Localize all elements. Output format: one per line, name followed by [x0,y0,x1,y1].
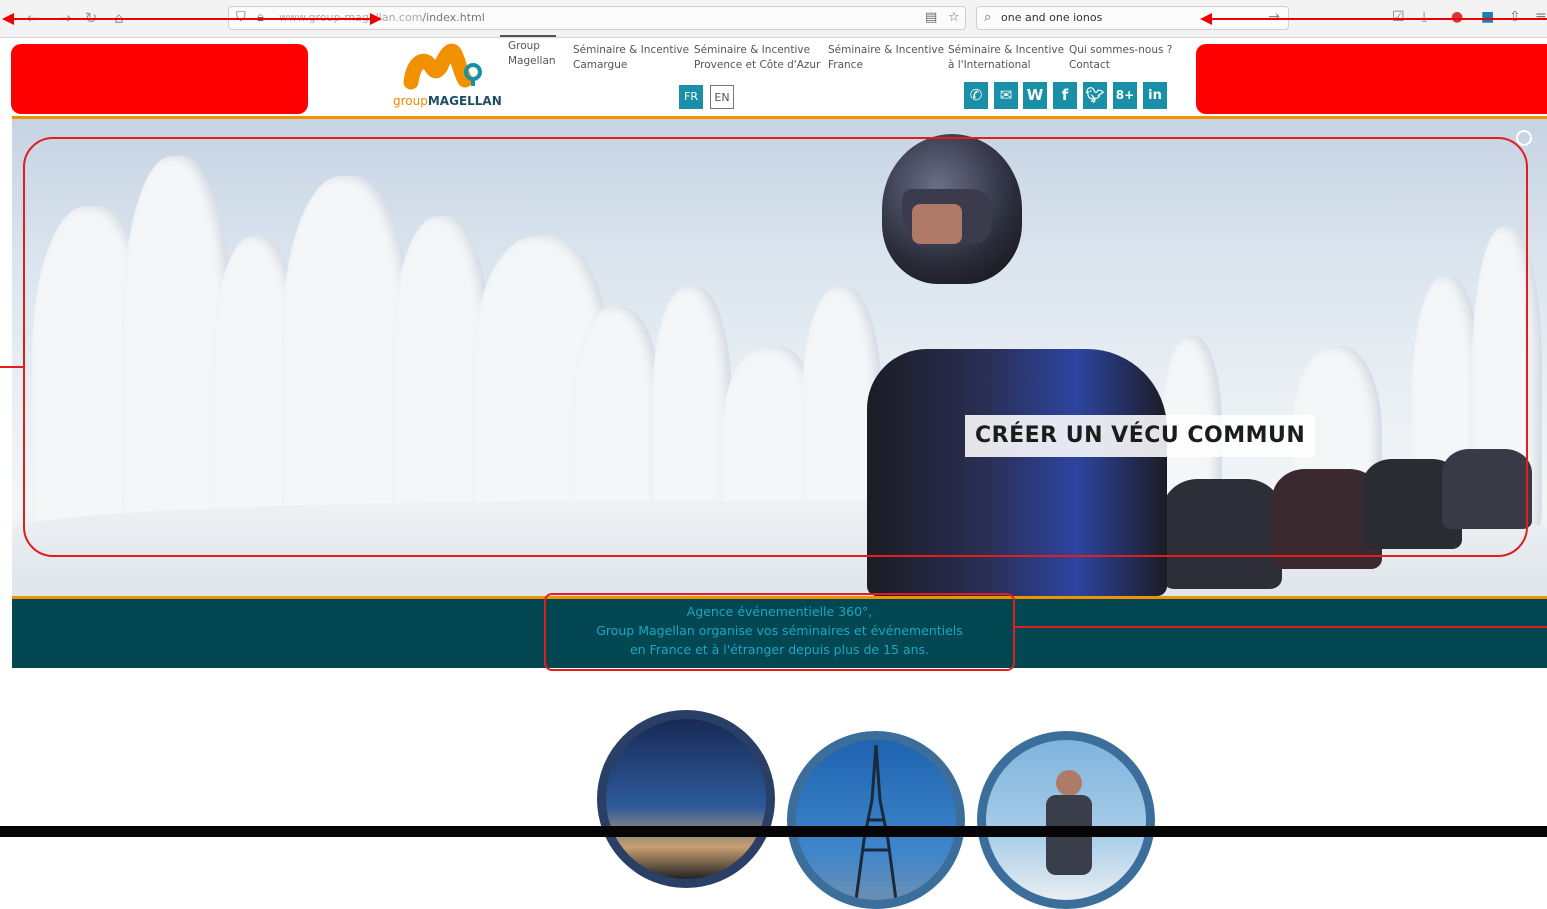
logo-text: groupMAGELLAN [393,94,502,108]
browser-toolbar: ← → ↻ ⌂ ⛉ 🔒︎ www.group-magellan.com/inde… [0,0,1547,38]
hero-caption: CRÉER UN VÉCU COMMUN [965,415,1316,457]
wordpress-icon[interactable]: W [1023,82,1047,109]
twitter-icon[interactable]: 🐦︎ [1083,82,1107,109]
nav-about-contact[interactable]: Qui sommes-nous ? Contact [1069,43,1172,73]
nav-group-magellan[interactable]: Group Magellan [500,35,556,69]
annotation-arrow [1200,13,1547,25]
extension-icon[interactable]: ● [1451,9,1463,25]
search-go-icon[interactable]: → [1268,9,1280,25]
linkedin-icon[interactable]: in [1143,82,1167,109]
lang-en-button[interactable]: EN [710,85,734,109]
pocket-icon[interactable]: ☑ [1392,9,1405,25]
nav-international[interactable]: Séminaire & Incentive à l'International [948,43,1064,73]
destination-circle-paris[interactable] [787,731,965,909]
destination-circle-international[interactable] [977,731,1155,909]
annotation-line [0,366,23,368]
phone-icon[interactable]: ✆ [964,82,988,109]
search-text: one and one ionos [1001,11,1103,24]
email-icon[interactable]: ✉ [994,82,1018,109]
annotation-line [1015,626,1547,628]
annotation-hero-frame [23,137,1528,557]
destination-circle-nice[interactable] [597,710,775,888]
logo-mark-icon [403,43,482,90]
facebook-icon[interactable]: f [1053,82,1077,109]
annotation-arrow [2,13,172,25]
footer-bar [0,826,1547,837]
site-logo[interactable]: groupMAGELLAN [393,36,503,112]
nav-provence[interactable]: Séminaire & Incentive Provence et Côte d'… [694,43,820,73]
annotation-red-box [11,44,308,114]
nav-camargue[interactable]: Séminaire & Incentive Camargue [573,43,689,73]
nav-france[interactable]: Séminaire & Incentive France [828,43,944,73]
extension-icon[interactable]: ■ [1481,9,1494,25]
reader-view-icon[interactable]: ▤ [925,10,937,25]
annotation-arrow [172,13,382,25]
download-icon[interactable]: ⤓ [1421,9,1427,25]
bookmark-star-icon[interactable]: ☆ [948,10,960,25]
search-icon: ⌕ [984,10,992,25]
eiffel-tower-icon [854,744,898,900]
share-icon[interactable]: ⇧ [1509,9,1521,25]
annotation-red-box [1196,44,1547,114]
lang-fr-button[interactable]: FR [679,85,703,109]
annotation-banner-box [544,593,1015,671]
googleplus-icon[interactable]: 8+ [1113,82,1137,109]
slider-refresh-icon[interactable] [1516,130,1532,146]
menu-icon[interactable]: ≡ [1535,9,1547,25]
